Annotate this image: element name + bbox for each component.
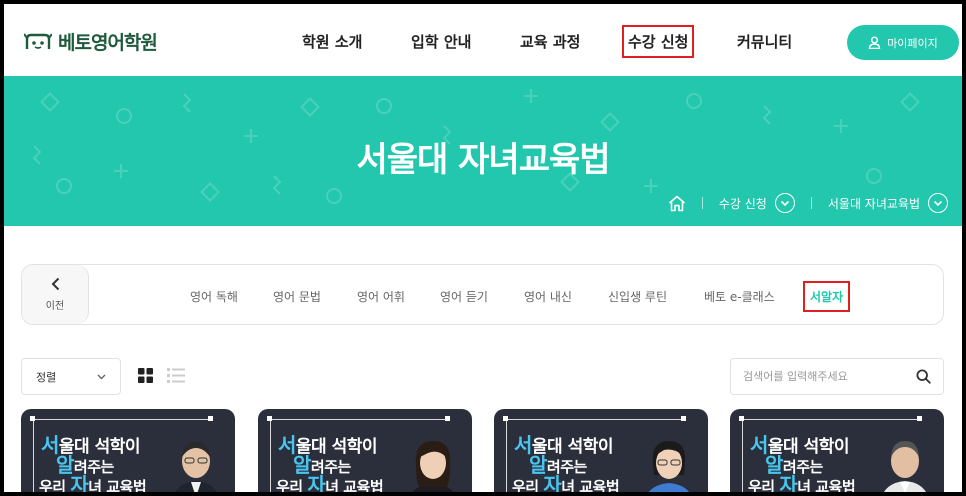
course-card[interactable]: 서울대 석학이 알려주는 우리 자녀 교육법 — [21, 409, 235, 492]
course-card[interactable]: 서울대 석학이 알려주는 우리 자녀 교육법 — [258, 409, 472, 492]
breadcrumb-item-current[interactable]: 서울대 자녀교육법 — [828, 195, 920, 212]
instructor-portrait — [648, 441, 690, 492]
site-header: 베토영어학원 학원 소개 입학 안내 교육 과정 수강 신청 커뮤니티 마이페이… — [4, 4, 962, 76]
search-input[interactable] — [743, 370, 903, 383]
tab-grammar[interactable]: 영어 문법 — [273, 288, 321, 305]
logo-text: 베토영어학원 — [58, 32, 158, 54]
tab-school-exam[interactable]: 영어 내신 — [524, 288, 572, 305]
breadcrumb-separator — [810, 197, 812, 209]
card-title-line3: 우리 자녀 교육법 — [39, 473, 147, 492]
search-box — [730, 358, 944, 395]
grid-view-icon[interactable] — [138, 368, 153, 383]
instructor-portrait — [884, 441, 926, 492]
page-banner: 서울대 자녀교육법 수강 신청 서울대 자녀교육법 — [4, 76, 962, 226]
card-title-line3: 우리 자녀 교육법 — [276, 473, 384, 492]
breadcrumb: 수강 신청 서울대 자녀교육법 — [668, 193, 948, 213]
nav-item-enrollment[interactable]: 수강 신청 — [621, 25, 695, 58]
tab-vocabulary[interactable]: 영어 어휘 — [357, 288, 405, 305]
chevron-down-icon[interactable] — [928, 193, 948, 213]
nav-item-admission[interactable]: 입학 안내 — [411, 31, 471, 52]
instructor-portrait — [412, 441, 454, 492]
chevron-down-icon[interactable] — [774, 193, 795, 213]
user-icon — [868, 36, 881, 49]
search-icon[interactable] — [916, 369, 931, 384]
category-tabs: 이전 영어 독해 영어 문법 영어 어휘 영어 듣기 영어 내신 신입생 루틴 … — [21, 264, 944, 325]
card-title-line3: 우리 자녀 교육법 — [512, 473, 620, 492]
site-logo[interactable]: 베토영어학원 — [24, 28, 158, 55]
instructor-portrait — [175, 442, 217, 492]
tab-seoalja[interactable]: 서알자 — [802, 281, 851, 312]
list-view-icon[interactable] — [167, 368, 185, 383]
sort-select[interactable]: 정렬 — [21, 358, 121, 395]
nav-item-curriculum[interactable]: 교육 과정 — [520, 31, 580, 52]
tab-freshman-routine[interactable]: 신입생 루틴 — [608, 288, 667, 305]
course-card[interactable]: 서울대 석학이 알려주는 우리 자녀 교육법 — [730, 409, 944, 492]
course-card[interactable]: 서울대 석학이 알려주는 우리 자녀 교육법 — [494, 409, 708, 492]
chevron-down-icon — [97, 374, 106, 379]
breadcrumb-item-enrollment[interactable]: 수강 신청 — [719, 195, 767, 212]
prev-button[interactable]: 이전 — [22, 265, 89, 324]
prev-label: 이전 — [45, 301, 65, 312]
mypage-button[interactable]: 마이페이지 — [847, 25, 959, 60]
nav-item-community[interactable]: 커뮤니티 — [737, 31, 792, 52]
page-frame: 베토영어학원 학원 소개 입학 안내 교육 과정 수강 신청 커뮤니티 마이페이… — [4, 4, 962, 492]
tab-listening[interactable]: 영어 듣기 — [440, 288, 488, 305]
mypage-label: 마이페이지 — [887, 36, 938, 50]
logo-mark-icon — [24, 32, 52, 49]
tab-e-class[interactable]: 베토 e-클래스 — [704, 288, 775, 305]
home-icon[interactable] — [668, 195, 686, 212]
sort-label: 정렬 — [36, 370, 57, 384]
card-title-line3: 우리 자녀 교육법 — [748, 473, 856, 492]
nav-item-about[interactable]: 학원 소개 — [302, 31, 362, 52]
tab-reading[interactable]: 영어 독해 — [190, 288, 238, 305]
page-title: 서울대 자녀교육법 — [356, 140, 610, 180]
breadcrumb-separator — [701, 197, 703, 209]
chevron-left-icon — [51, 277, 59, 291]
